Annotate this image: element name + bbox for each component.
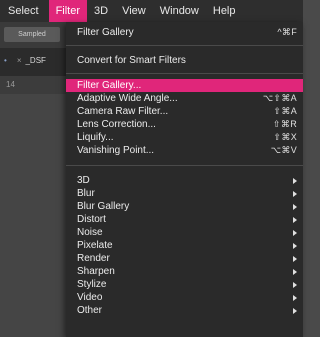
submenu-arrow-icon [293, 229, 297, 236]
submenu-arrow-icon [293, 203, 297, 210]
submenu-stylize[interactable]: Stylize [66, 278, 303, 291]
menu-item-camera-raw-filter[interactable]: Camera Raw Filter... ⇧⌘A [66, 105, 303, 118]
menu-item-shortcut: ^⌘F [277, 26, 297, 37]
submenu-blur-gallery[interactable]: Blur Gallery [66, 200, 303, 213]
menu-item-label: Liquify... [77, 132, 114, 143]
menu-select[interactable]: Select [0, 0, 49, 22]
submenu-arrow-icon [293, 242, 297, 249]
menu-item-label: Other [77, 305, 103, 316]
submenu-other[interactable]: Other [66, 304, 303, 317]
submenu-arrow-icon [293, 216, 297, 223]
menu-item-shortcut: ⇧⌘R [273, 119, 297, 129]
submenu-arrow-icon [293, 281, 297, 288]
ruler: 14 [0, 76, 70, 94]
menu-bar: Select Filter 3D View Window Help [0, 0, 303, 22]
menu-item-liquify[interactable]: Liquify... ⇧⌘X [66, 131, 303, 144]
menu-item-label: Blur [77, 188, 95, 199]
menu-item-label: Convert for Smart Filters [77, 54, 186, 66]
menu-separator [66, 45, 303, 46]
menu-item-adaptive-wide-angle[interactable]: Adaptive Wide Angle... ⌥⇧⌘A [66, 92, 303, 105]
menu-help[interactable]: Help [206, 0, 243, 22]
sample-dropdown[interactable]: Sampled [4, 27, 60, 42]
menu-item-label: Vanishing Point... [77, 145, 155, 156]
menu-item-label: Camera Raw Filter... [77, 106, 169, 117]
menu-item-lens-correction[interactable]: Lens Correction... ⇧⌘R [66, 118, 303, 131]
submenu-arrow-icon [293, 268, 297, 275]
submenu-video[interactable]: Video [66, 291, 303, 304]
document-tab-label: _DSF [25, 56, 46, 65]
menu-view[interactable]: View [115, 0, 153, 22]
menu-item-shortcut: ⌥⇧⌘A [262, 93, 297, 103]
submenu-sharpen[interactable]: Sharpen [66, 265, 303, 278]
submenu-render[interactable]: Render [66, 252, 303, 265]
menu-separator [66, 73, 303, 74]
menu-separator [66, 165, 303, 166]
menu-item-label: Filter Gallery [77, 26, 134, 38]
menu-item-label: Lens Correction... [77, 119, 156, 130]
submenu-arrow-icon [293, 190, 297, 197]
menu-item-label: Render [77, 253, 110, 264]
menu-item-vanishing-point[interactable]: Vanishing Point... ⌥⌘V [66, 144, 303, 157]
document-tab-bar: • × _DSF [0, 48, 70, 76]
menu-item-label: 3D [77, 175, 90, 186]
menu-filter[interactable]: Filter [48, 0, 88, 22]
menu-window[interactable]: Window [153, 0, 206, 22]
menu-item-label: Sharpen [77, 266, 115, 277]
menu-item-convert-smart-filters[interactable]: Convert for Smart Filters [66, 51, 303, 69]
submenu-noise[interactable]: Noise [66, 226, 303, 239]
menu-item-shortcut: ⌥⌘V [270, 145, 297, 155]
ruler-value: 14 [6, 80, 15, 89]
bullet-icon: • [4, 56, 7, 65]
menu-item-label: Pixelate [77, 240, 113, 251]
menu-item-filter-gallery-last[interactable]: Filter Gallery ^⌘F [66, 23, 303, 41]
submenu-pixelate[interactable]: Pixelate [66, 239, 303, 252]
menu-item-shortcut: ⇧⌘A [273, 106, 297, 116]
submenu-distort[interactable]: Distort [66, 213, 303, 226]
menu-3d[interactable]: 3D [87, 0, 115, 22]
menu-item-shortcut: ⇧⌘X [273, 132, 297, 142]
filter-menu: Filter Gallery ^⌘F Convert for Smart Fil… [66, 22, 303, 337]
menu-item-label: Distort [77, 214, 106, 225]
menu-item-label: Adaptive Wide Angle... [77, 93, 178, 104]
menu-item-label: Blur Gallery [77, 201, 130, 212]
submenu-arrow-icon [293, 294, 297, 301]
menu-item-filter-gallery[interactable]: Filter Gallery... [66, 79, 303, 92]
document-tab[interactable]: • × _DSF [0, 52, 46, 70]
submenu-arrow-icon [293, 255, 297, 262]
menu-item-label: Filter Gallery... [77, 80, 142, 91]
menu-item-label: Noise [77, 227, 103, 238]
submenu-arrow-icon [293, 307, 297, 314]
menu-item-label: Stylize [77, 279, 107, 290]
close-icon[interactable]: × [17, 56, 22, 65]
submenu-blur[interactable]: Blur [66, 187, 303, 200]
options-bar: Sampled [0, 22, 70, 48]
submenu-arrow-icon [293, 177, 297, 184]
menu-item-label: Video [77, 292, 103, 303]
canvas-area [0, 94, 70, 337]
submenu-3d[interactable]: 3D [66, 174, 303, 187]
